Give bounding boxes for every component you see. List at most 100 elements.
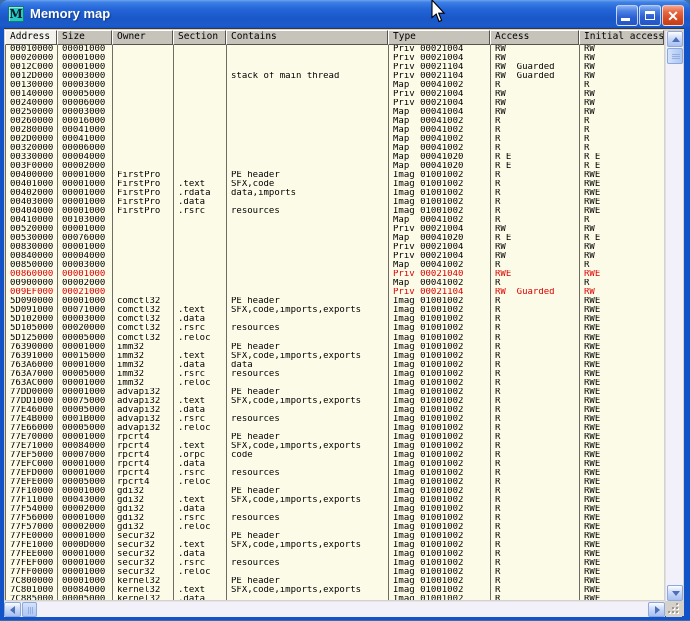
memory-table-body[interactable]: 0001000000001000Priv 00021004RWRW0002000… <box>5 45 664 600</box>
table-row[interactable]: 77E4B0000001B000advapi32.rsrcresourcesIm… <box>6 415 664 424</box>
cell-access: R <box>491 180 580 189</box>
table-row[interactable]: 0085000000003000Map 00041002RR <box>6 261 664 270</box>
table-row[interactable]: 0040000000001000FirstProPE headerImag 01… <box>6 171 664 180</box>
table-row[interactable]: 77EF500000007000rpcrt4.orpccodeImag 0100… <box>6 451 664 460</box>
table-row[interactable]: 5D10200000003000comctl32.dataImag 010010… <box>6 315 664 324</box>
horizontal-scroll-thumb[interactable] <box>22 602 37 617</box>
table-row[interactable]: 0033000000004000Map 00041020R ER E <box>6 153 664 162</box>
table-row[interactable]: 0028000000041000Map 00041002RR <box>6 126 664 135</box>
table-row[interactable]: 0024000000006000Priv 00021004RWRW <box>6 99 664 108</box>
scroll-right-button[interactable] <box>648 602 665 617</box>
minimize-button[interactable] <box>616 5 638 26</box>
column-header-initial[interactable]: Initial access <box>579 30 664 45</box>
table-row[interactable]: 0013000000003000Map 00041002RR <box>6 81 664 90</box>
table-row[interactable]: 763A600000001000imm32.datadataImag 01001… <box>6 361 664 370</box>
table-row[interactable]: 77FE000000001000secur32PE headerImag 010… <box>6 532 664 541</box>
cell-contains <box>227 243 389 252</box>
table-row[interactable]: 77E6600000005000advapi32.relocImag 01001… <box>6 424 664 433</box>
table-row[interactable]: 763AC00000001000imm32.relocImag 01001002… <box>6 379 664 388</box>
table-row[interactable]: 77E4600000005000advapi32.dataImag 010010… <box>6 406 664 415</box>
cell-initial: RWE <box>580 514 664 523</box>
table-row[interactable]: 002D000000041000Map 00041002RR <box>6 135 664 144</box>
column-header-size[interactable]: Size <box>57 30 112 45</box>
table-row[interactable]: 0025000000003000Map 00041004RWRW <box>6 108 664 117</box>
cell-type: Imag 01001002 <box>389 388 491 397</box>
table-row[interactable]: 0040300000001000FirstPro.dataImag 010010… <box>6 198 664 207</box>
table-row[interactable]: 0041000000103000Map 00041002RR <box>6 216 664 225</box>
column-header-section[interactable]: Section <box>173 30 226 45</box>
table-row[interactable]: 7C80100000084000kernel32.textSFX,code,im… <box>6 586 664 595</box>
cell-owner <box>113 216 174 225</box>
table-row[interactable]: 0090000000002000Map 00041002RR <box>6 279 664 288</box>
table-row[interactable]: 7C80000000001000kernel32PE headerImag 01… <box>6 577 664 586</box>
table-row[interactable]: 5D12500000005000comctl32.relocImag 01001… <box>6 334 664 343</box>
table-row[interactable]: 0040100000001000FirstPro.textSFX,codeIma… <box>6 180 664 189</box>
scroll-down-button[interactable] <box>667 585 683 601</box>
cell-type: Imag 01001002 <box>389 469 491 478</box>
table-row[interactable]: 0040200000001000FirstPro.rdatadata,impor… <box>6 189 664 198</box>
cell-address: 00320000 <box>6 144 58 153</box>
scroll-left-button[interactable] <box>4 602 21 617</box>
table-row[interactable]: 77E7000000001000rpcrt4PE headerImag 0100… <box>6 433 664 442</box>
table-row[interactable]: 77EFC00000001000rpcrt4.dataImag 01001002… <box>6 460 664 469</box>
cell-owner: gdi32 <box>113 505 174 514</box>
table-row[interactable]: 7C88500000005000kernel32.dataImag 010010… <box>6 595 664 600</box>
table-row[interactable]: 77E7100000084000rpcrt4.textSFX,code,impo… <box>6 442 664 451</box>
cell-type: Imag 01001002 <box>389 595 491 600</box>
column-header-type[interactable]: Type <box>388 30 490 45</box>
table-row[interactable]: 77DD000000001000advapi32PE headerImag 01… <box>6 388 664 397</box>
column-header-owner[interactable]: Owner <box>112 30 173 45</box>
column-header-address[interactable]: Address <box>5 30 57 45</box>
table-row[interactable]: 0014000000005000Priv 00021004RWRW <box>6 90 664 99</box>
table-row[interactable]: 77FF000000001000secur32.relocImag 010010… <box>6 568 664 577</box>
cell-size: 00043000 <box>58 496 113 505</box>
column-header-contains[interactable]: Contains <box>226 30 388 45</box>
table-row[interactable]: 0084000000004000Priv 00021004RWRW <box>6 252 664 261</box>
table-row[interactable]: 0012C00000001000Priv 00021104RW GuardedR… <box>6 63 664 72</box>
table-row[interactable]: 0083000000001000Priv 00021004RWRW <box>6 243 664 252</box>
vertical-scroll-thumb[interactable] <box>667 48 683 64</box>
table-row[interactable]: 0052000000001000Priv 00021004RWRW <box>6 225 664 234</box>
table-row[interactable]: 77F5600000001000gdi32.rsrcresourcesImag … <box>6 514 664 523</box>
scroll-up-button[interactable] <box>667 31 683 47</box>
cell-access: R <box>491 532 580 541</box>
table-row[interactable]: 7639100000015000imm32.textSFX,code,impor… <box>6 352 664 361</box>
resize-grip[interactable] <box>666 601 682 617</box>
titlebar[interactable]: M Memory map ✕ <box>0 0 690 28</box>
table-row[interactable]: 0001000000001000Priv 00021004RWRW <box>6 45 664 54</box>
table-row[interactable]: 0086000000001000Priv 00021040RWERWE <box>6 270 664 279</box>
table-row[interactable]: 77FE10000000D000secur32.textSFX,code,imp… <box>6 541 664 550</box>
cell-size: 00001000 <box>58 180 113 189</box>
cell-address: 00520000 <box>6 225 58 234</box>
table-row[interactable]: 003F000000002000Map 00041020R ER E <box>6 162 664 171</box>
table-row[interactable]: 77F1100000043000gdi32.textSFX,code,impor… <box>6 496 664 505</box>
cell-size: 00001000 <box>58 487 113 496</box>
table-row[interactable]: 77EFE00000005000rpcrt4.relocImag 0100100… <box>6 478 664 487</box>
table-row[interactable]: 0002000000001000Priv 00021004RWRW <box>6 54 664 63</box>
table-row[interactable]: 77F5400000002000gdi32.dataImag 01001002R… <box>6 505 664 514</box>
maximize-button[interactable] <box>639 5 661 26</box>
table-row[interactable]: 7639000000001000imm32PE headerImag 01001… <box>6 343 664 352</box>
horizontal-scrollbar[interactable] <box>4 601 665 617</box>
vertical-scrollbar[interactable] <box>665 31 683 601</box>
close-button[interactable]: ✕ <box>662 5 684 26</box>
cell-access: R <box>491 189 580 198</box>
table-row[interactable]: 009EF00000021000Priv 00021104RW GuardedR… <box>6 288 664 297</box>
table-row[interactable]: 77DD100000075000advapi32.textSFX,code,im… <box>6 397 664 406</box>
table-row[interactable]: 77FEF00000001000secur32.rsrcresourcesIma… <box>6 559 664 568</box>
table-row[interactable]: 0026000000016000Map 00041002RR <box>6 117 664 126</box>
cell-owner: rpcrt4 <box>113 478 174 487</box>
table-row[interactable]: 5D09000000001000comctl32PE headerImag 01… <box>6 297 664 306</box>
table-row[interactable]: 0012D00000003000stack of main threadPriv… <box>6 72 664 81</box>
table-row[interactable]: 763A700000005000imm32.rsrcresourcesImag … <box>6 370 664 379</box>
table-row[interactable]: 5D10500000020000comctl32.rsrcresourcesIm… <box>6 324 664 333</box>
table-row[interactable]: 77EFD00000001000rpcrt4.rsrcresourcesImag… <box>6 469 664 478</box>
column-header-access[interactable]: Access <box>490 30 579 45</box>
table-row[interactable]: 5D09100000071000comctl32.textSFX,code,im… <box>6 306 664 315</box>
table-row[interactable]: 77F5700000002000gdi32.relocImag 01001002… <box>6 523 664 532</box>
table-row[interactable]: 0053000000076000Map 00041020R ER E <box>6 234 664 243</box>
table-row[interactable]: 0040400000001000FirstPro.rsrcresourcesIm… <box>6 207 664 216</box>
table-row[interactable]: 77F1000000001000gdi32PE headerImag 01001… <box>6 487 664 496</box>
table-row[interactable]: 0032000000006000Map 00041002RR <box>6 144 664 153</box>
table-row[interactable]: 77FEE00000001000secur32.dataImag 0100100… <box>6 550 664 559</box>
